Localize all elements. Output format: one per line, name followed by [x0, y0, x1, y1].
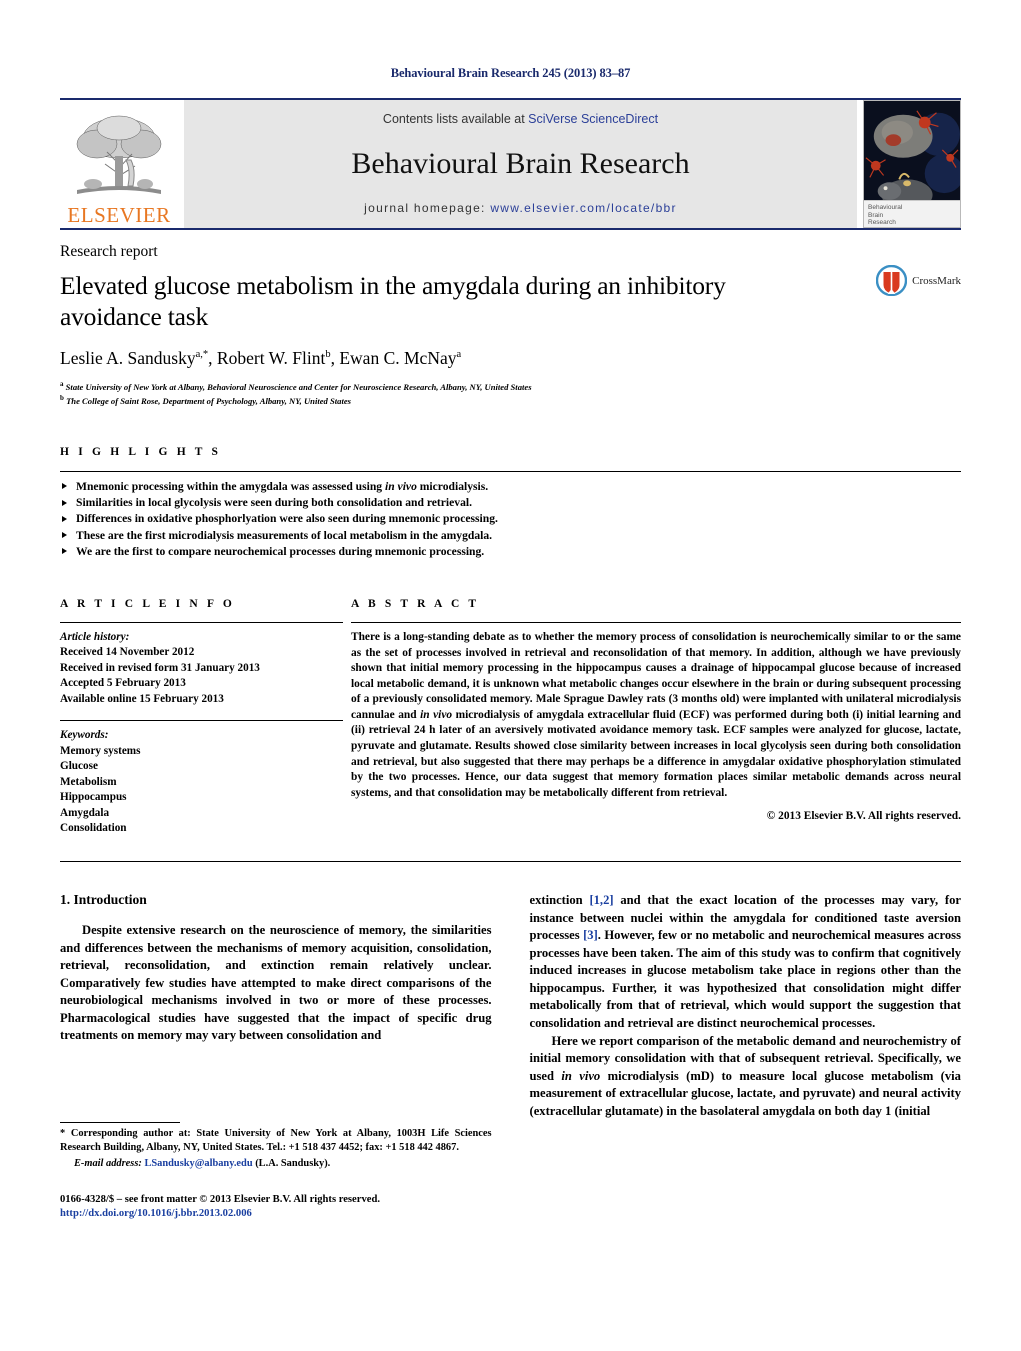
masthead-bottom-rule — [60, 228, 961, 230]
article-history-accepted: Accepted 5 February 2013 — [60, 677, 186, 690]
keyword-item: Glucose — [60, 760, 98, 773]
article-info-heading: A R T I C L E I N F O — [60, 597, 235, 610]
article-history-block: Article history: Received 14 November 20… — [60, 623, 343, 708]
keywords-label: Keywords: — [60, 729, 109, 742]
keyword-item: Memory systems — [60, 744, 141, 757]
homepage-prefix: journal homepage: — [364, 201, 491, 215]
keyword-item: Consolidation — [60, 822, 127, 835]
journal-masthead: ELSEVIER Contents lists available at Sci… — [60, 98, 961, 228]
highlight-text: We are the first to compare neurochemica… — [76, 544, 485, 558]
body-columns: 1. Introduction Despite extensive resear… — [60, 892, 961, 1222]
intro-paragraph-right-1: extinction [1,2] and that the exact loca… — [529, 892, 962, 1031]
list-item: Similarities in local glycolysis were se… — [60, 495, 961, 511]
article-info-column: A R T I C L E I N F O Article history: R… — [60, 598, 343, 837]
article-type-kicker: Research report — [60, 243, 158, 260]
affiliation-b: b The College of Saint Rose, Department … — [60, 393, 961, 407]
contents-prefix: Contents lists available at — [382, 112, 529, 126]
elsevier-tree-icon — [76, 115, 162, 194]
keyword-item: Amygdala — [60, 806, 110, 819]
title-block: Research report Elevated glucose metabol… — [60, 243, 961, 408]
affiliations: a State University of New York at Albany… — [60, 379, 961, 408]
keywords-rule — [60, 720, 343, 722]
journal-homepage-link[interactable]: www.elsevier.com/locate/bbr — [490, 201, 677, 215]
cover-caption-line1: Behavioural — [868, 204, 903, 211]
highlights-list: Mnemonic processing within the amygdala … — [60, 479, 961, 560]
keywords-block: Keywords: Memory systems Glucose Metabol… — [60, 728, 343, 837]
abstract-copyright: © 2013 Elsevier B.V. All rights reserved… — [766, 810, 961, 823]
info-abstract-row: A R T I C L E I N F O Article history: R… — [60, 598, 961, 837]
corresponding-author-note: * Corresponding author at: State Univers… — [60, 1128, 492, 1154]
list-item: Mnemonic processing within the amygdala … — [60, 479, 961, 495]
article-history-received: Received 14 November 2012 — [60, 646, 195, 659]
contents-available-line: Contents lists available at SciVerse Sci… — [383, 112, 658, 126]
keyword-item: Metabolism — [60, 775, 117, 788]
article-history-online: Available online 15 February 2013 — [60, 692, 224, 705]
highlight-text: Mnemonic processing within the amygdala … — [76, 479, 489, 493]
cover-caption-line3: Research — [868, 219, 896, 226]
affiliation-b-text: The College of Saint Rose, Department of… — [66, 396, 352, 407]
elsevier-logo: ELSEVIER — [60, 100, 178, 228]
footnote-area: * Corresponding author at: State Univers… — [60, 1122, 492, 1222]
abstract-bottom-rule — [60, 860, 961, 862]
section-heading-introduction: 1. Introduction — [60, 891, 147, 907]
highlight-text: Differences in oxidative phosphorlyation… — [76, 512, 498, 526]
intro-paragraph-right-2: Here we report comparison of the metabol… — [529, 1033, 962, 1119]
abstract-column: A B S T R A C T There is a long-standing… — [343, 598, 961, 837]
sciencedirect-link[interactable]: SciVerse ScienceDirect — [528, 112, 658, 126]
highlight-text: Similarities in local glycolysis were se… — [76, 496, 473, 510]
cover-caption-small: available online at sciencedirect.com — [868, 227, 956, 228]
list-item: Differences in oxidative phosphorlyation… — [60, 511, 961, 527]
highlights-section: H I G H L I G H T S Mnemonic processing … — [60, 446, 961, 560]
issn-line: 0166-4328/$ – see front matter © 2013 El… — [60, 1193, 380, 1205]
article-history-revised: Received in revised form 31 January 2013 — [60, 661, 260, 674]
cover-caption-line2: Brain — [868, 211, 884, 219]
journal-homepage-line: journal homepage: www.elsevier.com/locat… — [364, 201, 677, 215]
cover-caption: Behavioural Brain Research available onl… — [864, 200, 960, 227]
affiliation-a: a State University of New York at Albany… — [60, 379, 961, 393]
bullet-triangle-icon — [62, 532, 67, 539]
list-item: These are the first microdialysis measur… — [60, 528, 961, 544]
page-title: Elevated glucose metabolism in the amygd… — [60, 271, 726, 331]
running-head: Behavioural Brain Research 245 (2013) 83… — [390, 66, 631, 80]
crossmark-label: CrossMark — [912, 274, 961, 287]
journal-cover-thumbnail: Behavioural Brain Research available onl… — [863, 100, 961, 228]
article-history-label: Article history: — [60, 630, 130, 643]
affiliation-b-marker: b — [60, 394, 64, 403]
highlights-rule — [60, 470, 961, 472]
abstract-text: There is a long-standing debate as to wh… — [351, 630, 961, 799]
bullet-triangle-icon — [62, 499, 67, 506]
affiliation-a-text: State University of New York at Albany, … — [65, 381, 532, 392]
highlight-text: These are the first microdialysis measur… — [76, 528, 493, 542]
issn-copyright-block: 0166-4328/$ – see front matter © 2013 El… — [60, 1193, 492, 1222]
abstract-heading: A B S T R A C T — [351, 597, 480, 610]
body-right-column: extinction [1,2] and that the exact loca… — [530, 892, 962, 1222]
body-left-column: 1. Introduction Despite extensive resear… — [60, 892, 492, 1222]
bullet-triangle-icon — [62, 548, 67, 555]
corresponding-email-note: E-mail address: LSandusky@albany.edu (L.… — [74, 1157, 331, 1169]
doi-link[interactable]: http://dx.doi.org/10.1016/j.bbr.2013.02.… — [60, 1207, 492, 1222]
journal-title: Behavioural Brain Research — [351, 146, 690, 180]
journal-article-page: Behavioural Brain Research 245 (2013) 83… — [0, 0, 1021, 1351]
list-item: We are the first to compare neurochemica… — [60, 544, 961, 560]
masthead-center-panel: Contents lists available at SciVerse Sci… — [184, 100, 857, 228]
elsevier-wordmark: ELSEVIER — [67, 203, 171, 227]
highlights-heading: H I G H L I G H T S — [60, 445, 222, 458]
crossmark-badge[interactable]: CrossMark — [876, 265, 961, 296]
crossmark-icon — [876, 265, 908, 296]
affiliation-a-marker: a — [60, 380, 64, 388]
bullet-triangle-icon — [62, 483, 67, 490]
footnote-rule — [60, 1122, 180, 1124]
bullet-triangle-icon — [62, 515, 67, 522]
intro-paragraph-left: Despite extensive research on the neuros… — [60, 922, 492, 1043]
keyword-item: Hippocampus — [60, 791, 127, 804]
author-list: Leslie A. Sanduskya,*, Robert W. Flintb,… — [60, 348, 462, 368]
